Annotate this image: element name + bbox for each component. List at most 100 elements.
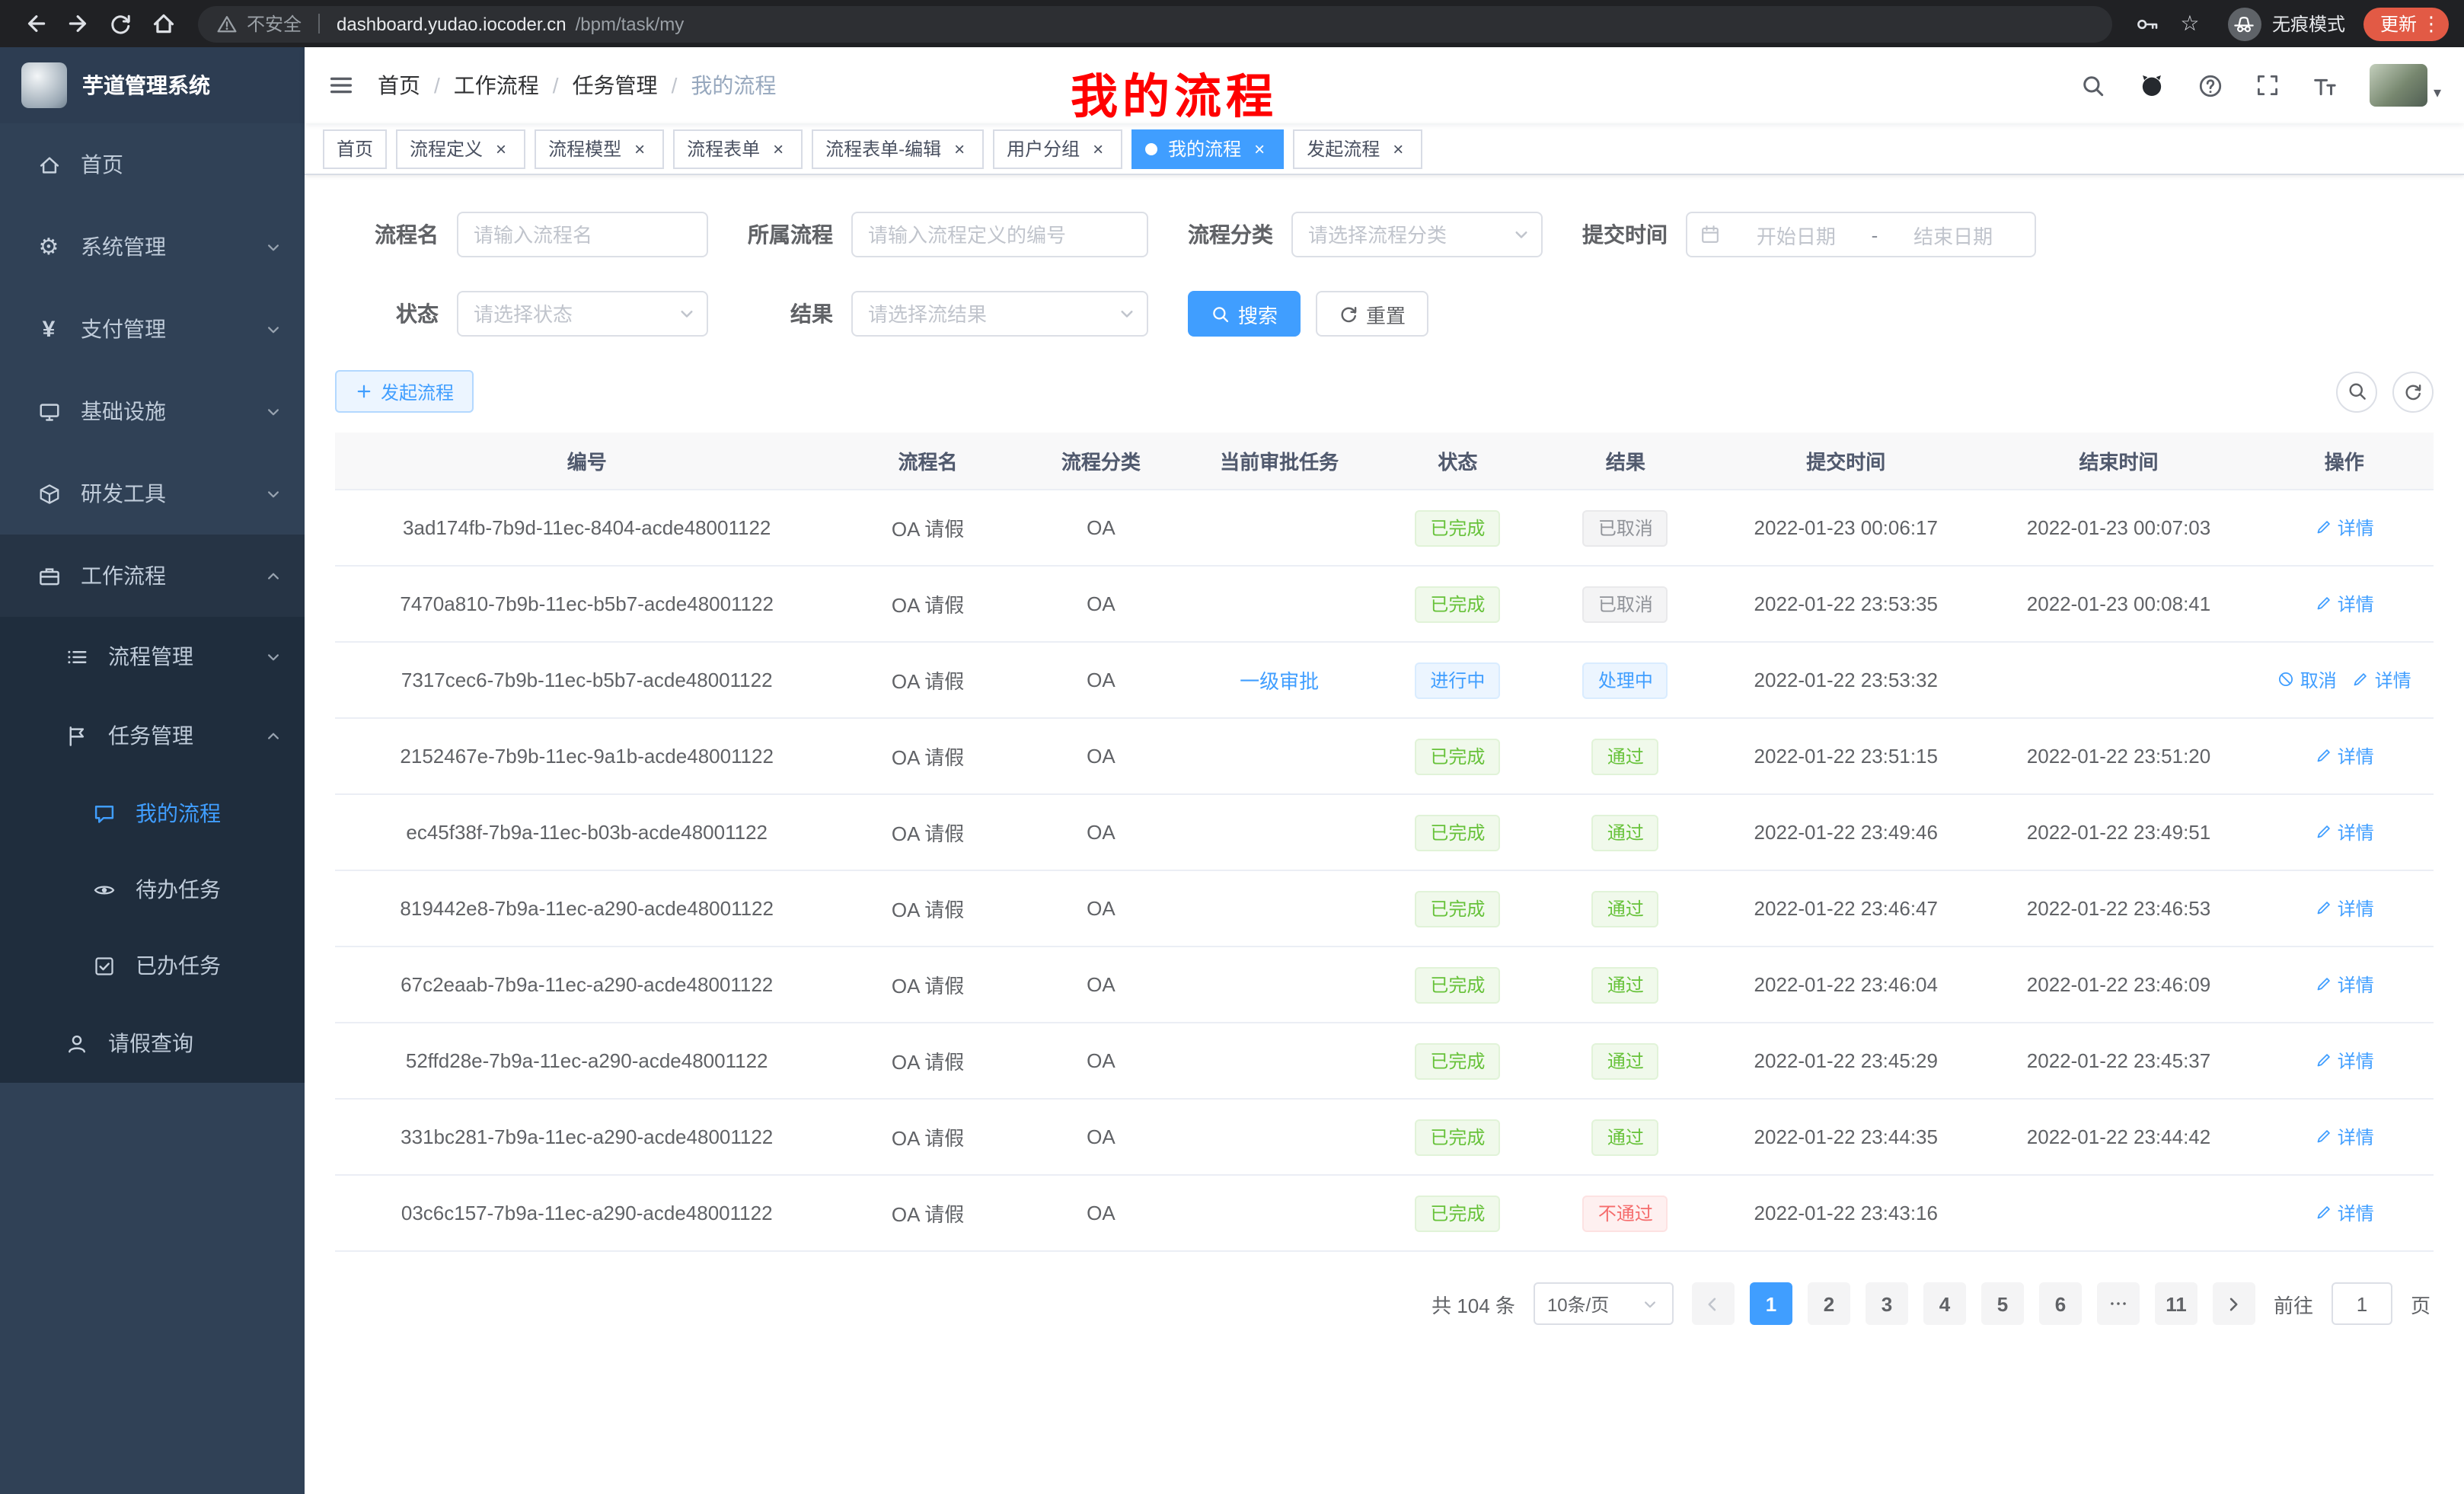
table-row[interactable]: 331bc281-7b9a-11ec-a290-acde48001122 OA … xyxy=(335,1100,2434,1176)
sidebar-item-infrastructure[interactable]: 基础设施 xyxy=(0,370,305,452)
tab-process-form[interactable]: 流程表单× xyxy=(673,129,803,168)
close-icon[interactable]: × xyxy=(490,138,512,159)
user-menu[interactable]: ▾ xyxy=(2370,64,2441,107)
page-button[interactable]: 1 xyxy=(1750,1282,1792,1325)
browser-forward-button[interactable] xyxy=(58,4,97,43)
page-content: 流程名 所属流程 流程分类 提交时间 xyxy=(305,175,2464,1325)
kebab-menu-icon[interactable]: ⋮ xyxy=(2421,14,2441,34)
tab-process-model[interactable]: 流程模型× xyxy=(535,129,664,168)
page-button-last[interactable]: 11 xyxy=(2155,1282,2197,1325)
date-range-picker[interactable]: 开始日期 - 结束日期 xyxy=(1686,212,2036,257)
page-button[interactable]: 3 xyxy=(1866,1282,1908,1325)
cell-status: 进行中 xyxy=(1374,662,1541,698)
current-task-link[interactable]: 一级审批 xyxy=(1240,670,1319,693)
page-button[interactable]: 4 xyxy=(1923,1282,1966,1325)
breadcrumb: 首页 / 工作流程 / 任务管理 / 我的流程 xyxy=(378,70,776,101)
search-button[interactable]: 搜索 xyxy=(1188,291,1301,337)
sidebar-item-my-process[interactable]: 我的流程 xyxy=(0,775,305,851)
sidebar-item-payment[interactable]: ¥ 支付管理 xyxy=(0,288,305,370)
github-icon[interactable] xyxy=(2138,72,2166,99)
sidebar-item-task-management[interactable]: 任务管理 xyxy=(0,696,305,775)
detail-link[interactable]: 详情 xyxy=(2315,743,2374,769)
address-bar[interactable]: 不安全 dashboard.yudao.iocoder.cn/bpm/task/… xyxy=(198,5,2112,42)
end-date-placeholder: 结束日期 xyxy=(1884,220,2022,249)
detail-link[interactable]: 详情 xyxy=(2315,895,2374,921)
detail-link[interactable]: 详情 xyxy=(2315,515,2374,541)
prev-page-button[interactable] xyxy=(1692,1282,1735,1325)
password-key-icon[interactable] xyxy=(2127,4,2167,43)
browser-home-button[interactable] xyxy=(143,4,183,43)
search-icon[interactable] xyxy=(2080,72,2106,98)
sidebar-item-leave-query[interactable]: 请假查询 xyxy=(0,1004,305,1083)
table-row[interactable]: 52ffd28e-7b9a-11ec-a290-acde48001122 OA … xyxy=(335,1023,2434,1100)
sidebar-item-process-management[interactable]: 流程管理 xyxy=(0,617,305,696)
tab-process-definition[interactable]: 流程定义× xyxy=(396,129,525,168)
fullscreen-icon[interactable] xyxy=(2255,73,2280,97)
more-pages-button[interactable] xyxy=(2097,1282,2140,1325)
detail-link[interactable]: 详情 xyxy=(2315,1200,2374,1226)
browser-reload-button[interactable] xyxy=(101,4,140,43)
bookmark-star-icon[interactable]: ☆ xyxy=(2170,4,2210,43)
avatar[interactable] xyxy=(2370,64,2427,107)
cancel-link[interactable]: 取消 xyxy=(2277,667,2337,693)
close-icon[interactable]: × xyxy=(1387,138,1409,159)
table-row[interactable]: 2152467e-7b9b-11ec-9a1b-acde48001122 OA … xyxy=(335,719,2434,795)
page-button[interactable]: 6 xyxy=(2039,1282,2082,1325)
next-page-button[interactable] xyxy=(2213,1282,2255,1325)
tab-my-process[interactable]: 我的流程× xyxy=(1131,129,1284,168)
sidebar-item-system[interactable]: ⚙ 系统管理 xyxy=(0,206,305,288)
tab-process-form-edit[interactable]: 流程表单-编辑× xyxy=(812,129,984,168)
sidebar-toggle-button[interactable] xyxy=(327,72,355,99)
close-icon[interactable]: × xyxy=(1087,138,1109,159)
result-select[interactable] xyxy=(851,291,1148,337)
show-search-button[interactable] xyxy=(2336,371,2377,412)
goto-page-input[interactable] xyxy=(2332,1282,2392,1325)
flag-icon xyxy=(61,724,91,747)
table-row[interactable]: 67c2eaab-7b9a-11ec-a290-acde48001122 OA … xyxy=(335,947,2434,1023)
breadcrumb-separator: / xyxy=(434,73,440,97)
status-badge: 进行中 xyxy=(1415,662,1500,698)
close-icon[interactable]: × xyxy=(1249,138,1270,159)
close-icon[interactable]: × xyxy=(949,138,970,159)
category-select[interactable] xyxy=(1291,212,1543,257)
reset-button[interactable]: 重置 xyxy=(1316,291,1428,337)
detail-link[interactable]: 详情 xyxy=(2315,591,2374,617)
table-row[interactable]: 3ad174fb-7b9d-11ec-8404-acde48001122 OA … xyxy=(335,490,2434,567)
browser-update-button[interactable]: 更新 ⋮ xyxy=(2363,7,2449,40)
page-button[interactable]: 2 xyxy=(1808,1282,1850,1325)
breadcrumb-item[interactable]: 任务管理 xyxy=(573,70,658,101)
detail-link[interactable]: 详情 xyxy=(2315,1048,2374,1074)
refresh-button[interactable] xyxy=(2392,371,2434,412)
sidebar-item-workflow[interactable]: 工作流程 xyxy=(0,535,305,617)
table-row[interactable]: 819442e8-7b9a-11ec-a290-acde48001122 OA … xyxy=(335,871,2434,947)
font-size-icon[interactable] xyxy=(2312,72,2338,98)
help-icon[interactable] xyxy=(2197,72,2223,98)
browser-back-button[interactable] xyxy=(15,4,55,43)
status-select[interactable] xyxy=(457,291,708,337)
detail-link[interactable]: 详情 xyxy=(2315,1124,2374,1150)
detail-link[interactable]: 详情 xyxy=(2315,972,2374,998)
sidebar-item-done-tasks[interactable]: 已办任务 xyxy=(0,927,305,1004)
tab-user-group[interactable]: 用户分组× xyxy=(993,129,1122,168)
tab-home[interactable]: 首页 xyxy=(323,129,387,168)
detail-link[interactable]: 详情 xyxy=(2315,819,2374,845)
process-definition-input[interactable] xyxy=(851,212,1148,257)
sidebar-item-devtools[interactable]: 研发工具 xyxy=(0,452,305,535)
chevron-down-icon xyxy=(1640,1294,1660,1314)
page-size-select[interactable]: 10条/页 xyxy=(1534,1282,1674,1325)
detail-link[interactable]: 详情 xyxy=(2352,667,2411,693)
tab-start-process[interactable]: 发起流程× xyxy=(1293,129,1422,168)
sidebar-item-todo-tasks[interactable]: 待办任务 xyxy=(0,851,305,927)
breadcrumb-item[interactable]: 工作流程 xyxy=(454,70,539,101)
table-row[interactable]: 03c6c157-7b9a-11ec-a290-acde48001122 OA … xyxy=(335,1176,2434,1252)
start-process-button[interactable]: 发起流程 xyxy=(335,370,474,413)
close-icon[interactable]: × xyxy=(629,138,650,159)
process-name-input[interactable] xyxy=(457,212,708,257)
table-row[interactable]: 7470a810-7b9b-11ec-b5b7-acde48001122 OA … xyxy=(335,567,2434,643)
close-icon[interactable]: × xyxy=(768,138,789,159)
breadcrumb-item[interactable]: 首页 xyxy=(378,70,420,101)
table-row[interactable]: ec45f38f-7b9a-11ec-b03b-acde48001122 OA … xyxy=(335,795,2434,871)
table-row[interactable]: 7317cec6-7b9b-11ec-b5b7-acde48001122 OA … xyxy=(335,643,2434,719)
page-button[interactable]: 5 xyxy=(1981,1282,2024,1325)
sidebar-item-home[interactable]: 首页 xyxy=(0,123,305,206)
